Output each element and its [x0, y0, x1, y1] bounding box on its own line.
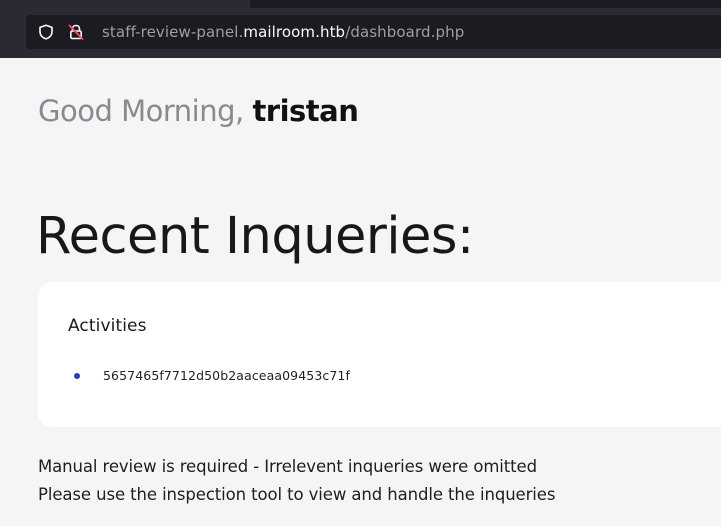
notice-review: Manual review is required - Irrelevent i… [38, 457, 537, 476]
url-text[interactable]: staff-review-panel.mailroom.htb/dashboar… [102, 23, 464, 41]
url-domain: mailroom.htb [243, 23, 346, 41]
greeting-prefix: Good Morning, [38, 94, 253, 128]
tab-strip [0, 0, 721, 8]
list-item[interactable]: 5657465f7712d50b2aaceaa09453c71f [74, 368, 350, 383]
greeting: Good Morning, tristan [38, 94, 359, 128]
active-tab-edge[interactable] [0, 0, 250, 8]
notice-inspection: Please use the inspection tool to view a… [38, 485, 556, 504]
address-bar[interactable]: staff-review-panel.mailroom.htb/dashboar… [26, 15, 721, 49]
browser-toolbar: staff-review-panel.mailroom.htb/dashboar… [0, 0, 721, 58]
page-title: Recent Inqueries: [36, 207, 474, 266]
card-heading: Activities [68, 316, 147, 336]
activities-card: Activities 5657465f7712d50b2aaceaa09453c… [38, 282, 721, 427]
insecure-lock-icon[interactable] [67, 23, 85, 41]
inquiry-id[interactable]: 5657465f7712d50b2aaceaa09453c71f [103, 368, 350, 383]
shield-icon[interactable] [38, 24, 54, 40]
url-path: /dashboard.php [345, 23, 465, 41]
url-prefix: staff-review-panel. [102, 23, 244, 41]
bullet-icon [74, 372, 80, 379]
greeting-username: tristan [252, 94, 359, 128]
